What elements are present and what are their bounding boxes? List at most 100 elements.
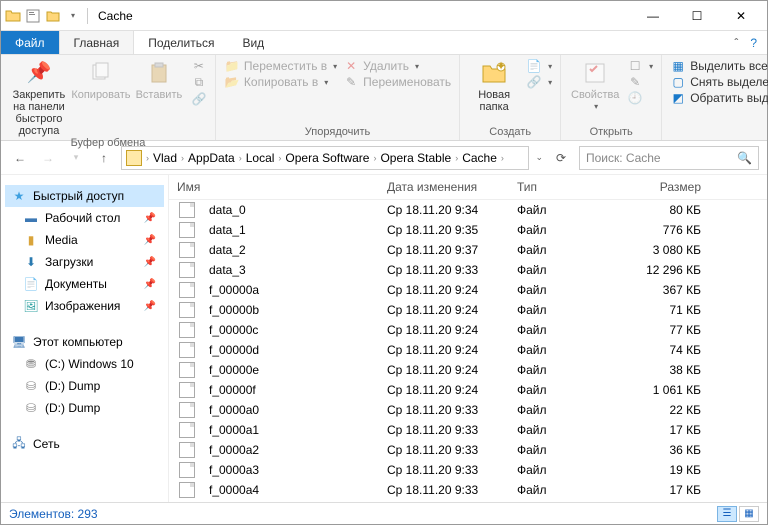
search-input[interactable]: Поиск: Cache 🔍: [579, 146, 759, 170]
file-size: 77 КБ: [609, 323, 709, 337]
breadcrumb-segment[interactable]: Vlad: [149, 151, 181, 165]
recent-dropdown[interactable]: ▾: [65, 147, 87, 169]
column-date[interactable]: Дата изменения: [379, 175, 509, 199]
file-row[interactable]: f_0000a0Ср 18.11.20 9:33Файл22 КБ: [169, 400, 767, 420]
newfolder-button[interactable]: ✦ Новая папка: [468, 59, 520, 113]
selectnone-button[interactable]: ▢Снять выделение: [670, 75, 768, 89]
nav-pictures[interactable]: 🖼Изображения📌: [5, 295, 164, 317]
file-row[interactable]: f_00000cСр 18.11.20 9:24Файл77 КБ: [169, 320, 767, 340]
file-row[interactable]: data_0Ср 18.11.20 9:34Файл80 КБ: [169, 200, 767, 220]
file-row[interactable]: f_00000bСр 18.11.20 9:24Файл71 КБ: [169, 300, 767, 320]
nav-this-pc[interactable]: 🖥Этот компьютер: [5, 331, 164, 353]
status-bar: Элементов: 293 ☰ ▦: [1, 502, 767, 524]
nav-desktop[interactable]: ▬Рабочий стол📌: [5, 207, 164, 229]
nav-drive-d2[interactable]: ⛁(D:) Dump: [5, 397, 164, 419]
file-row[interactable]: f_0000a4Ср 18.11.20 9:33Файл17 КБ: [169, 480, 767, 500]
file-row[interactable]: f_0000a1Ср 18.11.20 9:33Файл17 КБ: [169, 420, 767, 440]
column-headers: Имя Дата изменения Тип Размер: [169, 175, 767, 200]
copy-button[interactable]: Копировать: [75, 59, 127, 101]
nav-drive-c[interactable]: ⛃(C:) Windows 10: [5, 353, 164, 375]
pin-icon: 📌: [144, 213, 156, 224]
breadcrumb[interactable]: › Vlad›AppData›Local›Opera Software›Oper…: [121, 146, 529, 170]
nav-network[interactable]: 🖧Сеть: [5, 433, 164, 455]
forward-button[interactable]: →: [37, 147, 59, 169]
nav-quick-access[interactable]: ★Быстрый доступ: [5, 185, 164, 207]
tab-share[interactable]: Поделиться: [134, 31, 228, 54]
file-icon: [179, 422, 195, 438]
column-size[interactable]: Размер: [609, 175, 709, 199]
refresh-button[interactable]: ⟳: [549, 146, 573, 170]
delete-button[interactable]: ✕Удалить▾: [343, 59, 451, 73]
status-count: Элементов: 293: [9, 507, 98, 521]
file-type: Файл: [509, 423, 609, 437]
moveto-button[interactable]: 📁Переместить в▾: [224, 59, 337, 73]
maximize-button[interactable]: ☐: [675, 2, 719, 30]
nav-documents[interactable]: 📄Документы📌: [5, 273, 164, 295]
breadcrumb-segment[interactable]: Local: [242, 151, 279, 165]
minimize-button[interactable]: ―: [631, 2, 675, 30]
properties-button[interactable]: Свойства ▾: [569, 59, 621, 112]
file-date: Ср 18.11.20 9:37: [379, 243, 509, 257]
invertselection-button[interactable]: ◩Обратить выделение: [670, 91, 768, 105]
file-size: 38 КБ: [609, 363, 709, 377]
cut-button[interactable]: ✂: [191, 59, 207, 73]
file-row[interactable]: f_00000fСр 18.11.20 9:24Файл1 061 КБ: [169, 380, 767, 400]
column-name[interactable]: Имя: [169, 175, 379, 199]
breadcrumb-segment[interactable]: Opera Software: [281, 151, 373, 165]
breadcrumb-dropdown[interactable]: ⌄: [535, 152, 543, 163]
search-icon: 🔍: [737, 151, 752, 165]
file-row[interactable]: f_00000aСр 18.11.20 9:24Файл367 КБ: [169, 280, 767, 300]
file-row[interactable]: data_2Ср 18.11.20 9:37Файл3 080 КБ: [169, 240, 767, 260]
file-size: 12 296 КБ: [609, 263, 709, 277]
chevron-right-icon[interactable]: ›: [501, 153, 504, 163]
breadcrumb-segment[interactable]: Cache: [458, 151, 501, 165]
view-thumbnails-button[interactable]: ▦: [739, 506, 759, 522]
ribbon-help-icon[interactable]: ?: [750, 36, 757, 50]
back-button[interactable]: ←: [9, 147, 31, 169]
qat-dropdown-icon[interactable]: ▾: [65, 8, 81, 24]
breadcrumb-segment[interactable]: AppData: [184, 151, 239, 165]
breadcrumb-segment[interactable]: Opera Stable: [376, 151, 455, 165]
file-date: Ср 18.11.20 9:33: [379, 483, 509, 497]
file-row[interactable]: f_0000a2Ср 18.11.20 9:33Файл36 КБ: [169, 440, 767, 460]
copyto-button[interactable]: 📂Копировать в▾: [224, 75, 337, 89]
file-row[interactable]: data_3Ср 18.11.20 9:33Файл12 296 КБ: [169, 260, 767, 280]
nav-downloads[interactable]: ⬇Загрузки📌: [5, 251, 164, 273]
tab-home[interactable]: Главная: [59, 31, 135, 54]
file-row[interactable]: f_0000a3Ср 18.11.20 9:33Файл19 КБ: [169, 460, 767, 480]
qat-properties-icon[interactable]: [25, 8, 41, 24]
qat-newfolder-icon[interactable]: [45, 8, 61, 24]
nav-drive-d1[interactable]: ⛁(D:) Dump: [5, 375, 164, 397]
disk-icon: ⛁: [23, 400, 39, 416]
rename-button[interactable]: ✎Переименовать: [343, 75, 451, 89]
history-button[interactable]: 🕘: [627, 91, 653, 105]
selectall-button[interactable]: ▦Выделить все: [670, 59, 768, 73]
easyaccess-button[interactable]: 🔗▾: [526, 75, 552, 89]
edit-button[interactable]: ✎: [627, 75, 653, 89]
file-icon: [179, 382, 195, 398]
tab-view[interactable]: Вид: [228, 31, 278, 54]
close-button[interactable]: ✕: [719, 2, 763, 30]
file-size: 367 КБ: [609, 283, 709, 297]
file-icon: [179, 342, 195, 358]
file-size: 74 КБ: [609, 343, 709, 357]
file-row[interactable]: f_00000dСр 18.11.20 9:24Файл74 КБ: [169, 340, 767, 360]
nav-media[interactable]: ▮Media📌: [5, 229, 164, 251]
file-name: data_1: [201, 223, 379, 237]
copypath-button[interactable]: ⧉: [191, 75, 207, 90]
file-row[interactable]: data_1Ср 18.11.20 9:35Файл776 КБ: [169, 220, 767, 240]
view-details-button[interactable]: ☰: [717, 506, 737, 522]
column-type[interactable]: Тип: [509, 175, 609, 199]
newitem-button[interactable]: 📄▾: [526, 59, 552, 73]
invert-icon: ◩: [670, 91, 686, 105]
tab-file[interactable]: Файл: [1, 31, 59, 54]
paste-button[interactable]: Вставить: [133, 59, 185, 101]
open-button[interactable]: ☐▾: [627, 59, 653, 73]
file-row[interactable]: f_0000a5Ср 18.11.20 9:33Файл24 КБ: [169, 500, 767, 502]
pasteshortcut-button[interactable]: 🔗: [191, 92, 207, 106]
up-button[interactable]: ↑: [93, 147, 115, 169]
pin-button[interactable]: 📌 Закрепить на панели быстрого доступа: [9, 59, 69, 137]
ribbon-collapse-icon[interactable]: ˆ: [734, 36, 738, 50]
file-row[interactable]: f_00000eСр 18.11.20 9:24Файл38 КБ: [169, 360, 767, 380]
ribbon: 📌 Закрепить на панели быстрого доступа К…: [1, 55, 767, 141]
